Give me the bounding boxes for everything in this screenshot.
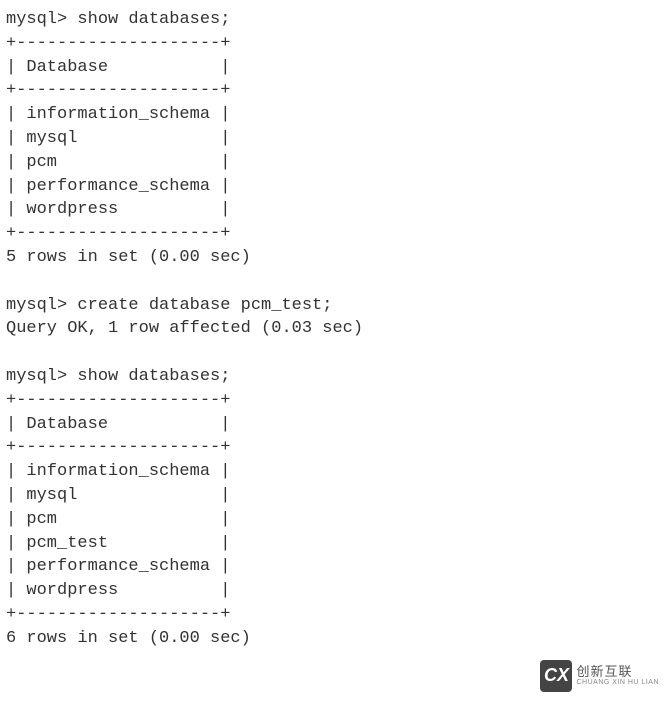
result-text: 5 rows in set (0.00 sec)	[6, 248, 251, 267]
table-row: | pcm |	[6, 153, 230, 172]
table-row: | mysql |	[6, 129, 230, 148]
prompt: mysql>	[6, 367, 67, 386]
result-text: Query OK, 1 row affected (0.03 sec)	[6, 319, 363, 338]
table-border: +--------------------+	[6, 438, 230, 457]
prompt: mysql>	[6, 10, 67, 29]
watermark-logo-icon: CX	[540, 660, 572, 692]
table-row: | wordpress |	[6, 581, 230, 600]
result-text: 6 rows in set (0.00 sec)	[6, 629, 251, 648]
watermark-zh: 创新互联	[576, 665, 659, 679]
table-row: | mysql |	[6, 486, 230, 505]
table-border: +--------------------+	[6, 224, 230, 243]
table-border: +--------------------+	[6, 391, 230, 410]
table-row: | performance_schema |	[6, 177, 230, 196]
table-row: | pcm |	[6, 510, 230, 529]
table-header: | Database |	[6, 415, 230, 434]
watermark-text: 创新互联 CHUANG XIN HU LIAN	[576, 665, 659, 687]
table-border: +--------------------+	[6, 605, 230, 624]
table-row: | information_schema |	[6, 462, 230, 481]
prompt: mysql>	[6, 296, 67, 315]
table-row: | wordpress |	[6, 200, 230, 219]
watermark-en: CHUANG XIN HU LIAN	[576, 679, 659, 687]
table-row: | pcm_test |	[6, 534, 230, 553]
command: show databases;	[77, 10, 230, 29]
table-header: | Database |	[6, 58, 230, 77]
table-row: | performance_schema |	[6, 557, 230, 576]
watermark: CX 创新互联 CHUANG XIN HU LIAN	[540, 660, 659, 692]
table-border: +--------------------+	[6, 81, 230, 100]
table-border: +--------------------+	[6, 34, 230, 53]
table-row: | information_schema |	[6, 105, 230, 124]
command: create database pcm_test;	[77, 296, 332, 315]
command: show databases;	[77, 367, 230, 386]
terminal-output: mysql> show databases; +----------------…	[6, 8, 663, 651]
